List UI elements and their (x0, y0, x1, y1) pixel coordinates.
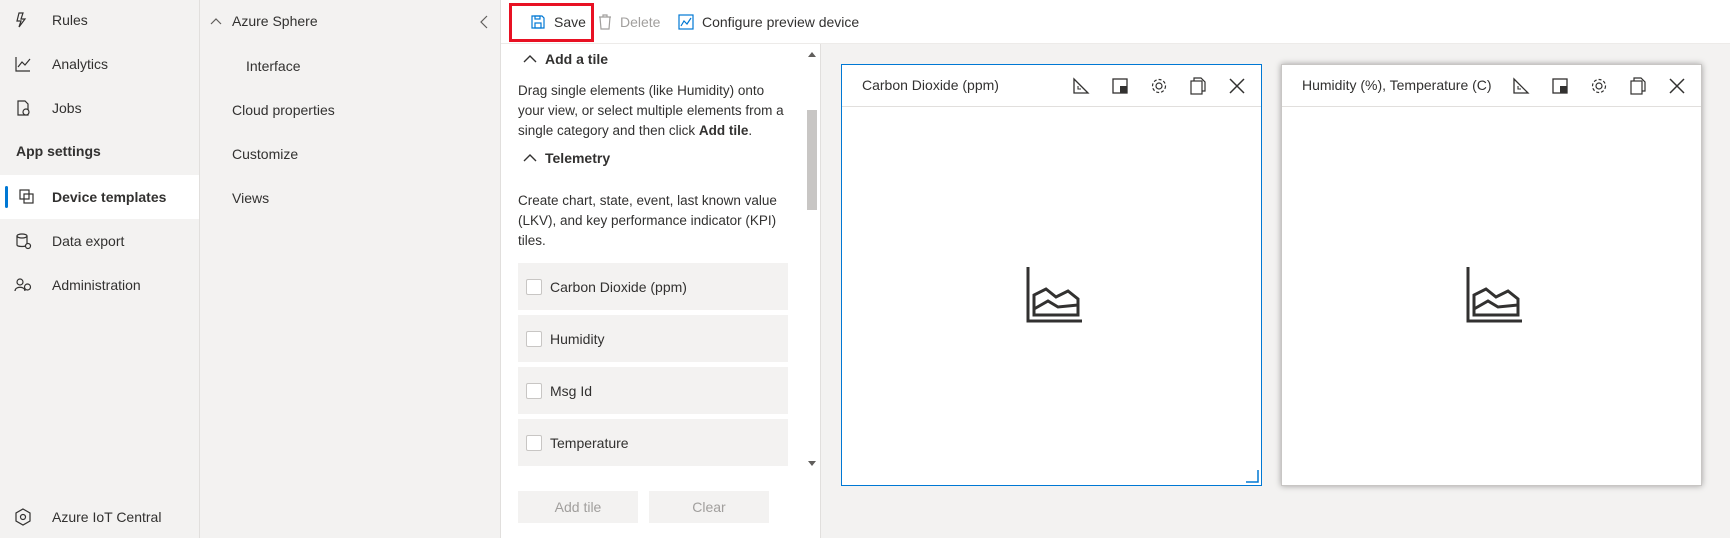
device-templates-icon (19, 189, 34, 204)
tile-carbon-dioxide[interactable]: Carbon Dioxide (ppm) (841, 64, 1262, 486)
tile-title: Carbon Dioxide (ppm) (862, 77, 999, 93)
change-visualization-icon[interactable] (1071, 76, 1091, 96)
size-icon[interactable] (1550, 76, 1570, 96)
telemetry-label: Humidity (550, 330, 605, 347)
nav-footer-label: Azure IoT Central (52, 509, 162, 525)
nav-item-label: Administration (52, 277, 141, 293)
tile-humidity-temperature[interactable]: Humidity (%), Temperature (C) (1281, 64, 1702, 486)
configure-label: Configure preview device (702, 14, 860, 30)
telemetry-title: Telemetry (545, 150, 611, 166)
view-canvas: Carbon Dioxide (ppm) Humidity (%), Tempe… (821, 44, 1730, 538)
rules-icon (16, 12, 27, 28)
nav-item-administration[interactable]: Administration (0, 263, 199, 307)
size-icon[interactable] (1110, 76, 1130, 96)
toolbar: Save Delete Configure preview device (501, 0, 1730, 44)
scrollbar-thumb[interactable] (807, 110, 817, 210)
telemetry-item-humidity[interactable]: Humidity (518, 315, 788, 362)
tile-title: Humidity (%), Temperature (C) (1302, 77, 1492, 93)
nav-item-label: Analytics (52, 56, 109, 72)
tile-header: Humidity (%), Temperature (C) (1282, 65, 1701, 107)
gear-icon[interactable] (1149, 76, 1169, 96)
add-tile-title: Add a tile (545, 51, 609, 67)
telemetry-item-temperature[interactable]: Temperature (518, 419, 788, 466)
tree-item-customize[interactable]: Customize (232, 146, 298, 162)
save-icon (531, 15, 545, 29)
chevron-up-icon[interactable] (210, 16, 222, 28)
checkbox[interactable] (526, 278, 542, 295)
tree-item-views[interactable]: Views (232, 190, 269, 206)
jobs-icon (17, 100, 30, 116)
nav-item-label: Rules (52, 12, 88, 28)
add-tile-section-header[interactable]: Add a tile (523, 51, 608, 67)
area-chart-icon (1026, 267, 1082, 323)
tile-header: Carbon Dioxide (ppm) (842, 65, 1261, 107)
telemetry-description: Create chart, state, event, last known v… (518, 193, 777, 248)
iot-central-icon (15, 508, 31, 526)
change-visualization-icon[interactable] (1511, 76, 1531, 96)
nav-section-header: App settings (16, 143, 101, 159)
administration-icon (14, 278, 32, 292)
chart-icon (678, 14, 694, 30)
clear-button[interactable]: Clear (649, 491, 769, 523)
telemetry-section-header[interactable]: Telemetry (523, 150, 610, 166)
telemetry-label: Carbon Dioxide (ppm) (550, 278, 687, 295)
add-tile-description: Drag single elements (like Humidity) ont… (518, 83, 784, 138)
telemetry-item-msg-id[interactable]: Msg Id (518, 367, 788, 414)
area-chart-icon (1466, 267, 1522, 323)
configure-preview-device-button[interactable]: Configure preview device (678, 0, 859, 44)
delete-button[interactable]: Delete (598, 0, 660, 44)
nav-item-azure-iot-central[interactable]: Azure IoT Central (0, 495, 199, 539)
tree-item-cloud-properties[interactable]: Cloud properties (232, 102, 335, 118)
telemetry-label: Msg Id (550, 382, 593, 399)
nav-item-device-templates[interactable]: Device templates (0, 175, 199, 219)
checkbox[interactable] (526, 434, 542, 451)
data-export-icon (16, 233, 32, 250)
left-nav: Rules Analytics Jobs App settings Device… (0, 0, 200, 538)
save-label: Save (554, 14, 586, 30)
tree-item-interface[interactable]: Interface (246, 58, 300, 74)
close-icon[interactable] (1227, 76, 1247, 96)
trash-icon (599, 14, 611, 30)
scroll-up-arrow[interactable] (807, 50, 817, 58)
nav-item-rules[interactable]: Rules (0, 0, 199, 42)
add-tile-panel: Add a tile Drag single elements (like Hu… (501, 44, 821, 538)
scroll-down-arrow[interactable] (807, 460, 817, 468)
nav-item-label: Jobs (52, 100, 82, 116)
checkbox[interactable] (526, 382, 542, 399)
save-button[interactable]: Save (530, 0, 586, 44)
template-tree: Azure Sphere Interface Cloud properties … (200, 0, 501, 538)
nav-item-label: Data export (52, 233, 125, 249)
add-tile-button[interactable]: Add tile (518, 491, 638, 523)
nav-item-data-export[interactable]: Data export (0, 219, 199, 263)
telemetry-item-carbon-dioxide[interactable]: Carbon Dioxide (ppm) (518, 263, 788, 310)
tree-item-azure-sphere[interactable]: Azure Sphere (232, 13, 318, 29)
close-icon[interactable] (1667, 76, 1687, 96)
analytics-icon (15, 57, 31, 72)
nav-item-analytics[interactable]: Analytics (0, 42, 199, 86)
copy-icon[interactable] (1188, 76, 1208, 96)
checkbox[interactable] (526, 330, 542, 347)
gear-icon[interactable] (1589, 76, 1609, 96)
nav-item-label: Device templates (52, 189, 167, 205)
resize-handle-icon[interactable] (1245, 469, 1259, 483)
nav-item-jobs[interactable]: Jobs (0, 86, 199, 130)
delete-label: Delete (620, 14, 661, 30)
copy-icon[interactable] (1628, 76, 1648, 96)
collapse-panel-icon[interactable] (478, 14, 490, 30)
selected-indicator (5, 186, 8, 208)
chevron-up-icon (523, 154, 537, 162)
telemetry-label: Temperature (550, 434, 629, 451)
chevron-up-icon (523, 55, 537, 63)
